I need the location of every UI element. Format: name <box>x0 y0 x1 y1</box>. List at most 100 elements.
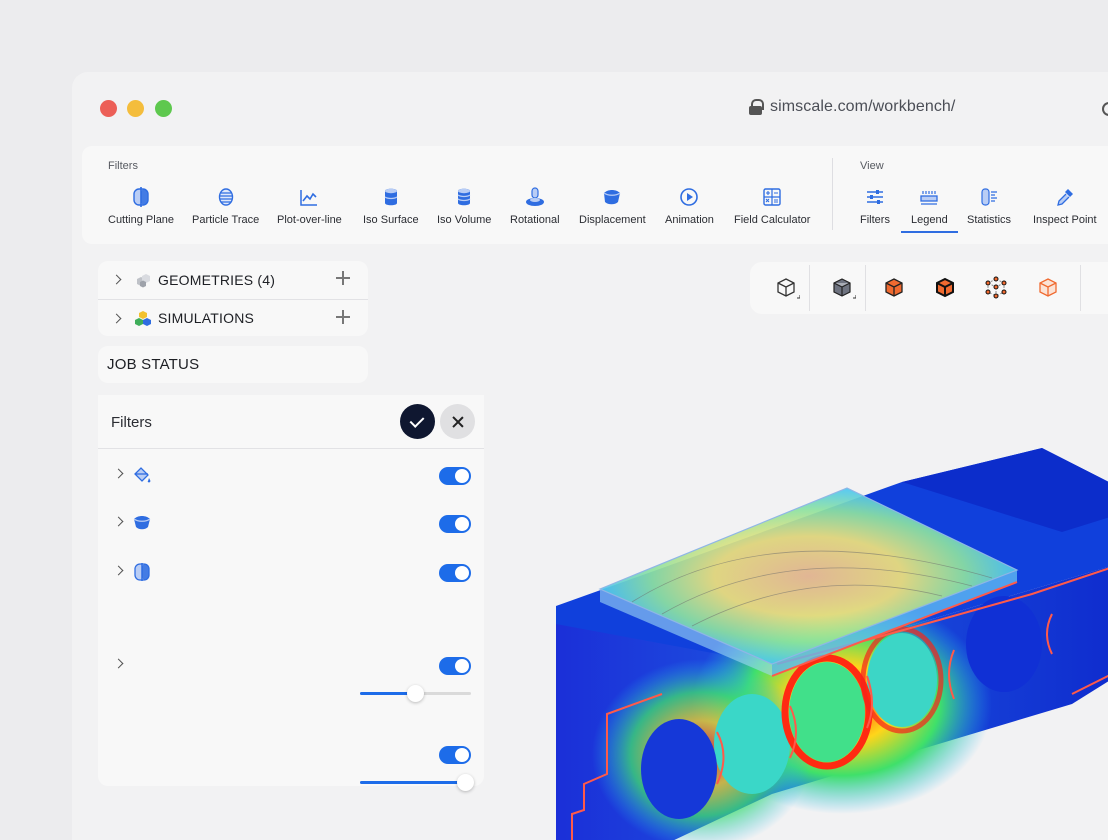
filter-toggle[interactable] <box>439 657 471 675</box>
plot-over-line-icon <box>300 190 318 206</box>
cube-faces-icon <box>885 278 903 297</box>
maximize-window-button[interactable] <box>155 100 172 117</box>
view-wireframe-button[interactable] <box>1034 274 1062 302</box>
hole <box>789 662 865 762</box>
view-legend[interactable]: Legend <box>901 186 958 233</box>
view-faces-button[interactable] <box>880 274 908 302</box>
tree-item-geometries[interactable]: GEOMETRIES (4) <box>98 261 368 298</box>
tool-label: Plot-over-line <box>277 214 342 226</box>
minimize-window-button[interactable] <box>127 100 144 117</box>
filter-row-6 <box>98 740 484 770</box>
displacement-icon <box>603 190 621 205</box>
chevron-right-icon[interactable] <box>113 565 124 576</box>
rotational-icon <box>525 187 544 206</box>
tool-label: Inspect Point <box>1033 214 1097 226</box>
cancel-button[interactable] <box>440 404 475 439</box>
filters-panel: Filters <box>98 395 484 791</box>
tool-label: Rotational <box>510 214 560 226</box>
field-calculator-icon <box>763 188 781 206</box>
tool-animation[interactable]: Animation <box>665 186 714 226</box>
lock-icon <box>749 99 764 115</box>
chevron-right-icon[interactable] <box>113 658 124 669</box>
filter-slider[interactable] <box>360 685 471 702</box>
view-divider <box>1080 265 1081 311</box>
tool-iso-surface[interactable]: Iso Surface <box>363 186 419 226</box>
tool-rotational[interactable]: Rotational <box>510 186 560 226</box>
chevron-right-icon[interactable] <box>111 274 122 285</box>
filter-row-cutting-plane <box>98 558 484 588</box>
filters-panel-header: Filters <box>98 395 484 449</box>
simulations-icon <box>135 311 151 326</box>
filter-toggle[interactable] <box>439 564 471 582</box>
add-simulation-icon[interactable] <box>336 310 350 324</box>
chevron-right-icon[interactable] <box>113 468 124 479</box>
view-filters[interactable]: Filters <box>860 186 890 226</box>
filters-panel-title: Filters <box>111 414 152 431</box>
view-edges-button[interactable] <box>931 274 959 302</box>
view-vertices-button[interactable] <box>982 274 1010 302</box>
add-geometry-icon[interactable] <box>336 271 350 285</box>
cube-vertices-icon <box>985 276 1007 299</box>
post-processing-toolbar: Filters Cutting Plane Particle Trace Plo… <box>82 146 1108 244</box>
view-divider <box>809 265 810 311</box>
particle-trace-icon <box>218 188 233 206</box>
chevron-right-icon[interactable] <box>113 516 124 527</box>
view-statistics[interactable]: Statistics <box>967 186 1011 226</box>
address-bar[interactable]: simscale.com/workbench/ <box>749 98 955 116</box>
view-divider <box>865 265 866 311</box>
iso-volume-icon <box>457 188 471 206</box>
view-solid-button[interactable] <box>828 274 856 302</box>
tool-label: Particle Trace <box>192 214 260 226</box>
toolbar-divider <box>832 158 833 230</box>
browser-window: simscale.com/workbench/ Filters Cutting … <box>72 72 1108 840</box>
job-status-panel[interactable]: JOB STATUS <box>98 346 368 383</box>
tool-label: Displacement <box>579 214 646 226</box>
simulation-viewport[interactable] <box>472 364 1108 840</box>
geometries-icon <box>137 273 150 287</box>
tool-plot-over-line[interactable]: Plot-over-line <box>277 186 342 226</box>
filter-toggle[interactable] <box>439 467 471 485</box>
tool-label: Iso Volume <box>437 214 492 226</box>
cube-edges-icon <box>936 277 954 298</box>
hole <box>714 694 790 794</box>
cube-outline-icon <box>777 278 800 299</box>
hole <box>641 719 717 819</box>
filter-toggle[interactable] <box>439 515 471 533</box>
slider-handle[interactable] <box>407 685 424 702</box>
sliders-icon <box>866 190 883 204</box>
iso-surface-icon <box>384 188 398 206</box>
slider-fill <box>360 781 463 784</box>
filter-toggle[interactable] <box>439 746 471 764</box>
cube-solid-icon <box>833 278 856 299</box>
cutting-plane-icon <box>134 563 150 581</box>
tool-label: Iso Surface <box>363 214 419 226</box>
tool-displacement[interactable]: Displacement <box>579 186 646 226</box>
animation-icon <box>680 188 699 206</box>
filter-row-displacement <box>98 509 484 539</box>
tool-field-calculator[interactable]: Field Calculator <box>734 186 810 226</box>
filter-row-4 <box>98 651 484 681</box>
view-inspect-point[interactable]: Inspect Point <box>1033 186 1097 226</box>
confirm-button[interactable] <box>400 404 435 439</box>
tree-item-simulations[interactable]: SIMULATIONS <box>98 299 368 336</box>
chevron-right-icon[interactable] <box>111 313 122 323</box>
title-bar: simscale.com/workbench/ <box>72 72 1108 144</box>
tool-particle-trace[interactable]: Particle Trace <box>192 186 259 226</box>
filter-slider[interactable] <box>360 774 474 791</box>
tool-iso-volume[interactable]: Iso Volume <box>437 186 491 226</box>
close-window-button[interactable] <box>100 100 117 117</box>
tool-label: Field Calculator <box>734 214 811 226</box>
tool-label: Statistics <box>967 214 1012 226</box>
tool-cutting-plane[interactable]: Cutting Plane <box>108 186 174 226</box>
tree-label: GEOMETRIES <box>158 271 254 288</box>
view-outline-button[interactable] <box>772 274 800 302</box>
tool-label: Filters <box>860 214 890 226</box>
tool-label: Animation <box>665 214 714 226</box>
view-group-label: View <box>860 160 884 172</box>
hole <box>966 596 1042 692</box>
tool-label: Cutting Plane <box>108 214 175 226</box>
statistics-icon <box>981 188 997 206</box>
tree-label: SIMULATIONS <box>158 310 255 326</box>
object-tree: GEOMETRIES (4) SIMULATIONS <box>98 261 368 336</box>
reload-icon[interactable] <box>1102 102 1108 116</box>
